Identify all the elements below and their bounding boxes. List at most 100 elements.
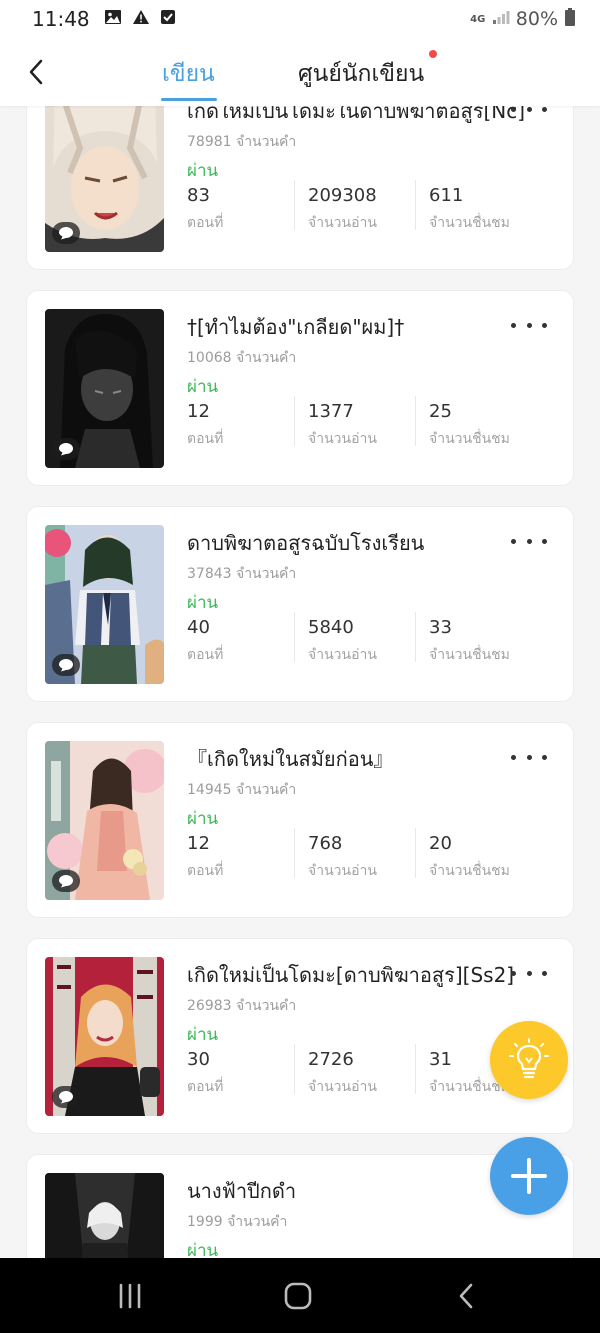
reads-label: จำนวนอ่าน [308,647,377,663]
recent-apps-icon [119,1283,141,1309]
stat-divider [294,1044,295,1094]
reads-stat: 2726 จำนวนอ่าน [308,1049,377,1098]
likes-value: 611 [429,185,464,206]
reads-value: 768 [308,833,343,854]
tab-write[interactable]: เขียน [162,56,215,92]
system-back-button[interactable] [446,1278,486,1314]
home-icon [284,1282,312,1310]
chapters-value: 83 [187,185,210,206]
stat-divider [294,180,295,230]
work-title[interactable]: เกิดใหม่เป็นโดมะ[ดาบพิฆาอสูร][Ss2] [187,959,527,991]
active-tab-indicator [161,98,217,101]
likes-value: 25 [429,401,452,422]
add-work-button[interactable] [490,1137,568,1215]
approval-status: ผ่าน [187,809,219,829]
status-time: 11:48 [32,7,90,31]
tips-button[interactable] [490,1021,568,1099]
comment-bubble-icon [59,443,73,456]
signal-icon [492,8,510,30]
comment-bubble-icon [59,1091,73,1104]
recent-apps-button[interactable] [110,1278,150,1314]
approval-status: ผ่าน [187,161,219,181]
comment-bubble-icon [59,875,73,888]
chevron-left-icon [29,59,43,85]
comment-bubble-icon [59,227,73,240]
work-card[interactable]: 『เกิดใหม่ในสมัยก่อน』 14945 จำนวนคำ ผ่าน … [26,722,574,918]
home-button[interactable] [278,1278,318,1314]
chapters-value: 30 [187,1049,210,1070]
work-cover [45,309,164,468]
work-title[interactable]: นางฟ้าปีกดำ [187,1175,527,1207]
back-arrow-icon [459,1283,473,1309]
work-cover [45,741,164,900]
likes-value: 20 [429,833,452,854]
comment-badge [52,1086,80,1108]
word-count: 1999 จำนวนคำ [187,1214,288,1230]
app-header: เขียน ศูนย์นักเขียน [0,38,600,106]
chapters-stat: 12 ตอนที่ [187,401,223,450]
work-card[interactable]: †[ทำไมต้อง"เกลียด"ผม]† 10068 จำนวนคำ ผ่า… [26,290,574,486]
work-title[interactable]: †[ทำไมต้อง"เกลียด"ผม]† [187,311,527,343]
work-title[interactable]: ดาบพิฆาตอสูรฉบับโรงเรียน [187,527,527,559]
stat-divider [415,1044,416,1094]
comment-badge [52,438,80,460]
comment-bubble-icon [59,659,73,672]
comment-badge [52,654,80,676]
reads-stat: 209308 จำนวนอ่าน [308,185,377,234]
likes-label: จำนวนชื่นชม [429,431,510,447]
likes-stat: 33 จำนวนชื่นชม [429,617,510,666]
likes-label: จำนวนชื่นชม [429,215,510,231]
work-title[interactable]: 『เกิดใหม่ในสมัยก่อน』 [187,743,527,775]
reads-label: จำนวนอ่าน [308,431,377,447]
chapters-stat: 83 ตอนที่ [187,185,223,234]
work-card[interactable]: เกิดใหม่เป็นโดมะในดาบพิฆาตอสูร[Nc] 78981… [26,106,574,270]
reads-stat: 5840 จำนวนอ่าน [308,617,377,666]
back-button[interactable] [18,54,54,90]
stat-divider [294,612,295,662]
word-count: 10068 จำนวนคำ [187,350,297,366]
battery-level: 80% [515,8,558,30]
more-options-button[interactable] [511,747,547,767]
reads-label: จำนวนอ่าน [308,863,377,879]
work-card[interactable]: ดาบพิฆาตอสูรฉบับโรงเรียน 37843 จำนวนคำ ผ… [26,506,574,702]
reads-stat: 768 จำนวนอ่าน [308,833,377,882]
reads-label: จำนวนอ่าน [308,1079,377,1095]
approval-status: ผ่าน [187,377,219,397]
notification-dot [429,50,437,58]
more-options-button[interactable] [511,963,547,983]
tab-writer-center[interactable]: ศูนย์นักเขียน [298,56,424,92]
work-cover [45,1173,164,1258]
likes-value: 33 [429,617,452,638]
battery-icon [564,7,576,31]
comment-badge [52,870,80,892]
reads-value: 1377 [308,401,354,422]
likes-stat: 25 จำนวนชื่นชม [429,401,510,450]
chapters-label: ตอนที่ [187,215,224,231]
work-cover [45,525,164,684]
more-options-button[interactable] [511,531,547,551]
network-type: 4G [470,13,486,25]
reads-value: 209308 [308,185,377,206]
stat-divider [415,828,416,878]
chapters-label: ตอนที่ [187,431,224,447]
chapters-stat: 12 ตอนที่ [187,833,223,882]
chapters-label: ตอนที่ [187,863,224,879]
likes-label: จำนวนชื่นชม [429,863,510,879]
more-options-button[interactable] [511,106,547,119]
chapters-value: 12 [187,833,210,854]
stat-divider [294,828,295,878]
more-options-button[interactable] [511,315,547,335]
reads-label: จำนวนอ่าน [308,215,377,231]
chapters-label: ตอนที่ [187,647,224,663]
chapters-stat: 30 ตอนที่ [187,1049,223,1098]
likes-label: จำนวนชื่นชม [429,647,510,663]
word-count: 78981 จำนวนคำ [187,134,297,150]
plus-icon [511,1158,547,1194]
work-card[interactable]: เกิดใหม่เป็นโดมะ[ดาบพิฆาอสูร][Ss2] 26983… [26,938,574,1134]
chapters-label: ตอนที่ [187,1079,224,1095]
word-count: 14945 จำนวนคำ [187,782,297,798]
work-title[interactable]: เกิดใหม่เป็นโดมะในดาบพิฆาตอสูร[Nc] [187,106,527,127]
chapters-value: 12 [187,401,210,422]
status-bar: 11:48 4G 80% [0,0,600,38]
chapters-stat: 40 ตอนที่ [187,617,223,666]
